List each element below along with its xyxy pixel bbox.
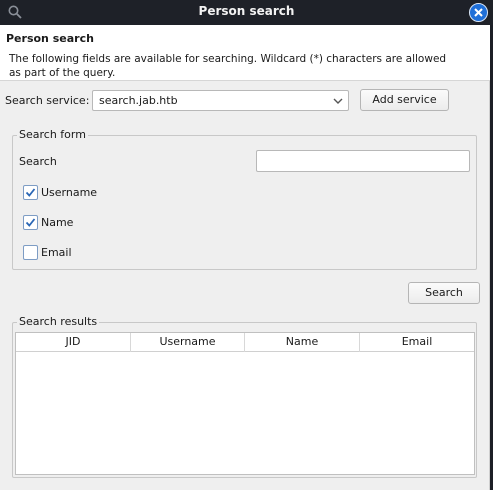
- name-checkbox-label: Name: [41, 216, 74, 229]
- search-button[interactable]: Search: [408, 282, 480, 304]
- checkmark-icon: [25, 188, 36, 197]
- add-service-button[interactable]: Add service: [360, 89, 449, 111]
- dialog-header: Person search The following fields are a…: [0, 25, 490, 81]
- email-checkbox-label: Email: [41, 246, 72, 259]
- results-table-header: JID Username Name Email: [16, 333, 474, 352]
- search-results-group: Search results JID Username Name Email: [12, 315, 477, 478]
- checkmark-icon: [25, 218, 36, 227]
- title-bar: Person search: [0, 0, 493, 25]
- results-table[interactable]: JID Username Name Email: [15, 332, 475, 475]
- header-title: Person search: [6, 32, 94, 45]
- search-service-label: Search service:: [5, 94, 90, 107]
- search-service-value: search.jab.htb: [99, 94, 178, 107]
- name-checkbox[interactable]: [23, 215, 38, 230]
- column-header-jid[interactable]: JID: [16, 333, 131, 352]
- search-input[interactable]: [256, 150, 470, 172]
- header-description: The following fields are available for s…: [9, 53, 447, 79]
- person-search-dialog: Person search The following fields are a…: [0, 25, 490, 490]
- close-button[interactable]: [469, 3, 488, 22]
- email-checkbox[interactable]: [23, 245, 38, 260]
- window-title: Person search: [198, 4, 295, 18]
- search-form-legend: Search form: [17, 128, 88, 141]
- search-label: Search: [19, 155, 57, 168]
- column-header-email[interactable]: Email: [360, 333, 474, 352]
- search-service-select[interactable]: search.jab.htb: [92, 90, 349, 111]
- search-results-legend: Search results: [17, 315, 100, 328]
- column-header-name[interactable]: Name: [245, 333, 360, 352]
- username-checkbox-label: Username: [41, 186, 98, 199]
- column-header-username[interactable]: Username: [131, 333, 245, 352]
- close-icon: [474, 8, 483, 17]
- chevron-down-icon: [333, 98, 343, 104]
- username-checkbox[interactable]: [23, 185, 38, 200]
- search-form-group: Search form Search Username Name Email: [12, 128, 477, 270]
